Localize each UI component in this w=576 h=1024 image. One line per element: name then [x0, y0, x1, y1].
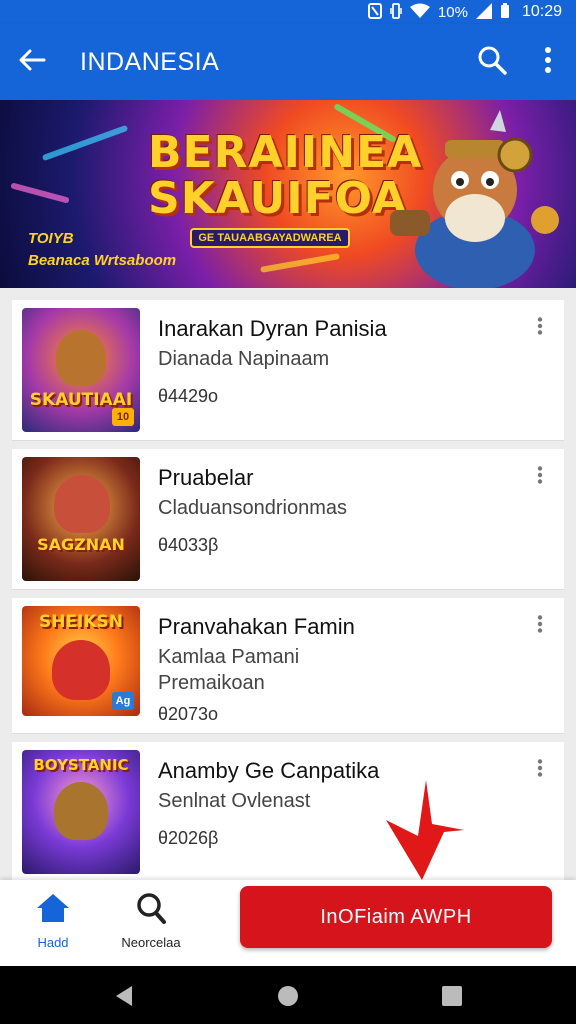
game-thumbnail: SHEIKSN Ag	[22, 606, 140, 716]
status-bar: 10% 10:29	[0, 0, 576, 24]
thumb-title: SAGZNAN	[37, 535, 125, 554]
wifi-icon	[409, 3, 430, 21]
home-circle-icon[interactable]	[276, 984, 300, 1008]
arrow-down-icon	[386, 780, 464, 880]
game-price: θ2026β	[158, 828, 219, 848]
back-triangle-icon[interactable]	[112, 984, 136, 1008]
thumb-character	[54, 475, 110, 533]
item-more-button[interactable]	[530, 465, 550, 489]
game-price: θ4033β	[158, 535, 219, 555]
cta-button[interactable]: InOFiaim AWPH	[240, 886, 552, 948]
game-subtitle-line2: Premaikoan	[158, 672, 265, 694]
banner-left-line2: Beanaca Wrtsaboom	[28, 252, 177, 269]
more-vertical-icon	[537, 465, 543, 489]
nav-search-label: Neorcelaa	[121, 935, 181, 950]
nav-home-label: Hadd	[37, 935, 69, 950]
game-thumbnail: SKAUTIAAI 10	[22, 308, 140, 432]
game-subtitle: Senlnat Ovlenast	[158, 790, 311, 812]
nav-search[interactable]: Neorcelaa	[106, 892, 196, 956]
game-title: Pranvahakan Famin	[158, 614, 355, 639]
list-item[interactable]: BOYSTANIC Anamby Ge Canpatika Senlnat Ov…	[12, 742, 564, 883]
game-title: Inarakan Dyran Panisia	[158, 316, 387, 341]
battery-icon	[500, 3, 510, 21]
game-badge: 10	[112, 408, 134, 426]
banner-streak	[41, 124, 129, 162]
thumb-title: SKAUTIAAI	[29, 390, 133, 410]
game-info: Anamby Ge Canpatika Senlnat Ovlenast θ20…	[158, 750, 554, 874]
system-nav-bar	[0, 966, 576, 1024]
banner-streak	[260, 253, 340, 273]
search-icon	[477, 45, 507, 80]
thumb-title: BOYSTANIC	[33, 756, 129, 774]
game-subtitle: Dianada Napinaam	[158, 348, 330, 370]
thumb-character	[56, 330, 106, 386]
page-title: INDANESIA	[80, 47, 220, 76]
game-price: θ2073o	[158, 704, 219, 724]
banner-ribbon: GE TAUAABGAYADWAREA	[190, 228, 350, 248]
vibrate-icon	[390, 3, 402, 21]
banner-title-line2: SKAUIFOA	[148, 173, 407, 224]
list-item[interactable]: SAGZNAN Pruabelar Claduansondrionmas θ40…	[12, 449, 564, 590]
banner-streak	[10, 182, 70, 204]
item-more-button[interactable]	[530, 614, 550, 638]
nav-home[interactable]: Hadd	[8, 892, 98, 956]
game-subtitle: Claduansondrionmas	[158, 497, 348, 519]
item-more-button[interactable]	[530, 758, 550, 782]
game-price: θ4429o	[158, 386, 219, 406]
item-more-button[interactable]	[530, 316, 550, 340]
more-options-button[interactable]	[520, 24, 576, 100]
game-list: SKAUTIAAI 10 Inarakan Dyran Panisia Dian…	[12, 300, 564, 887]
bottom-navigation: Hadd Neorcelaa InOFiaim AWPH	[0, 880, 576, 966]
recents-square-icon[interactable]	[440, 984, 464, 1008]
game-title: Anamby Ge Canpatika	[158, 758, 380, 783]
signal-icon	[475, 3, 492, 21]
game-thumbnail: SAGZNAN	[22, 457, 140, 581]
nfc-icon	[367, 3, 382, 21]
banner-title: BERAIINEA SKAUIFOA	[148, 130, 422, 222]
more-vertical-icon	[544, 46, 552, 78]
game-subtitle: Kamlaa Pamani	[158, 646, 300, 668]
game-info: Inarakan Dyran Panisia Dianada Napinaam …	[158, 308, 554, 432]
thumb-title: SHEIKSN	[38, 612, 124, 632]
game-title: Pruabelar	[158, 465, 254, 490]
banner-title-line1: BERAIINEA	[148, 127, 423, 178]
promo-banner[interactable]: TOIYB Beanaca Wrtsaboom BERAIINEA SKAUIF…	[0, 100, 576, 288]
game-badge: Ag	[112, 692, 134, 710]
more-vertical-icon	[537, 758, 543, 782]
search-button[interactable]	[464, 24, 520, 100]
game-thumbnail: BOYSTANIC	[22, 750, 140, 874]
search-icon	[135, 892, 167, 929]
status-time: 10:29	[521, 3, 562, 20]
game-info: Pruabelar Claduansondrionmas θ4033β	[158, 457, 554, 581]
app-bar: INDANESIA	[0, 24, 576, 100]
banner-hero-character	[390, 110, 559, 288]
more-vertical-icon	[537, 316, 543, 340]
back-button[interactable]	[0, 24, 64, 100]
list-item[interactable]: SKAUTIAAI 10 Inarakan Dyran Panisia Dian…	[12, 300, 564, 441]
list-item[interactable]: SHEIKSN Ag Pranvahakan Famin Kamlaa Pama…	[12, 598, 564, 734]
arrow-left-icon	[18, 48, 46, 77]
more-vertical-icon	[537, 614, 543, 638]
banner-left-line1: TOIYB	[28, 230, 74, 247]
game-info: Pranvahakan Famin Kamlaa Pamani Premaiko…	[158, 606, 554, 725]
thumb-character	[54, 782, 108, 840]
home-icon	[35, 892, 71, 929]
battery-text: 10%	[437, 3, 468, 21]
app-root: 10% 10:29 INDANESIA TOIYB Beanaca Wrtsab…	[0, 0, 576, 1024]
thumb-character	[52, 640, 110, 700]
